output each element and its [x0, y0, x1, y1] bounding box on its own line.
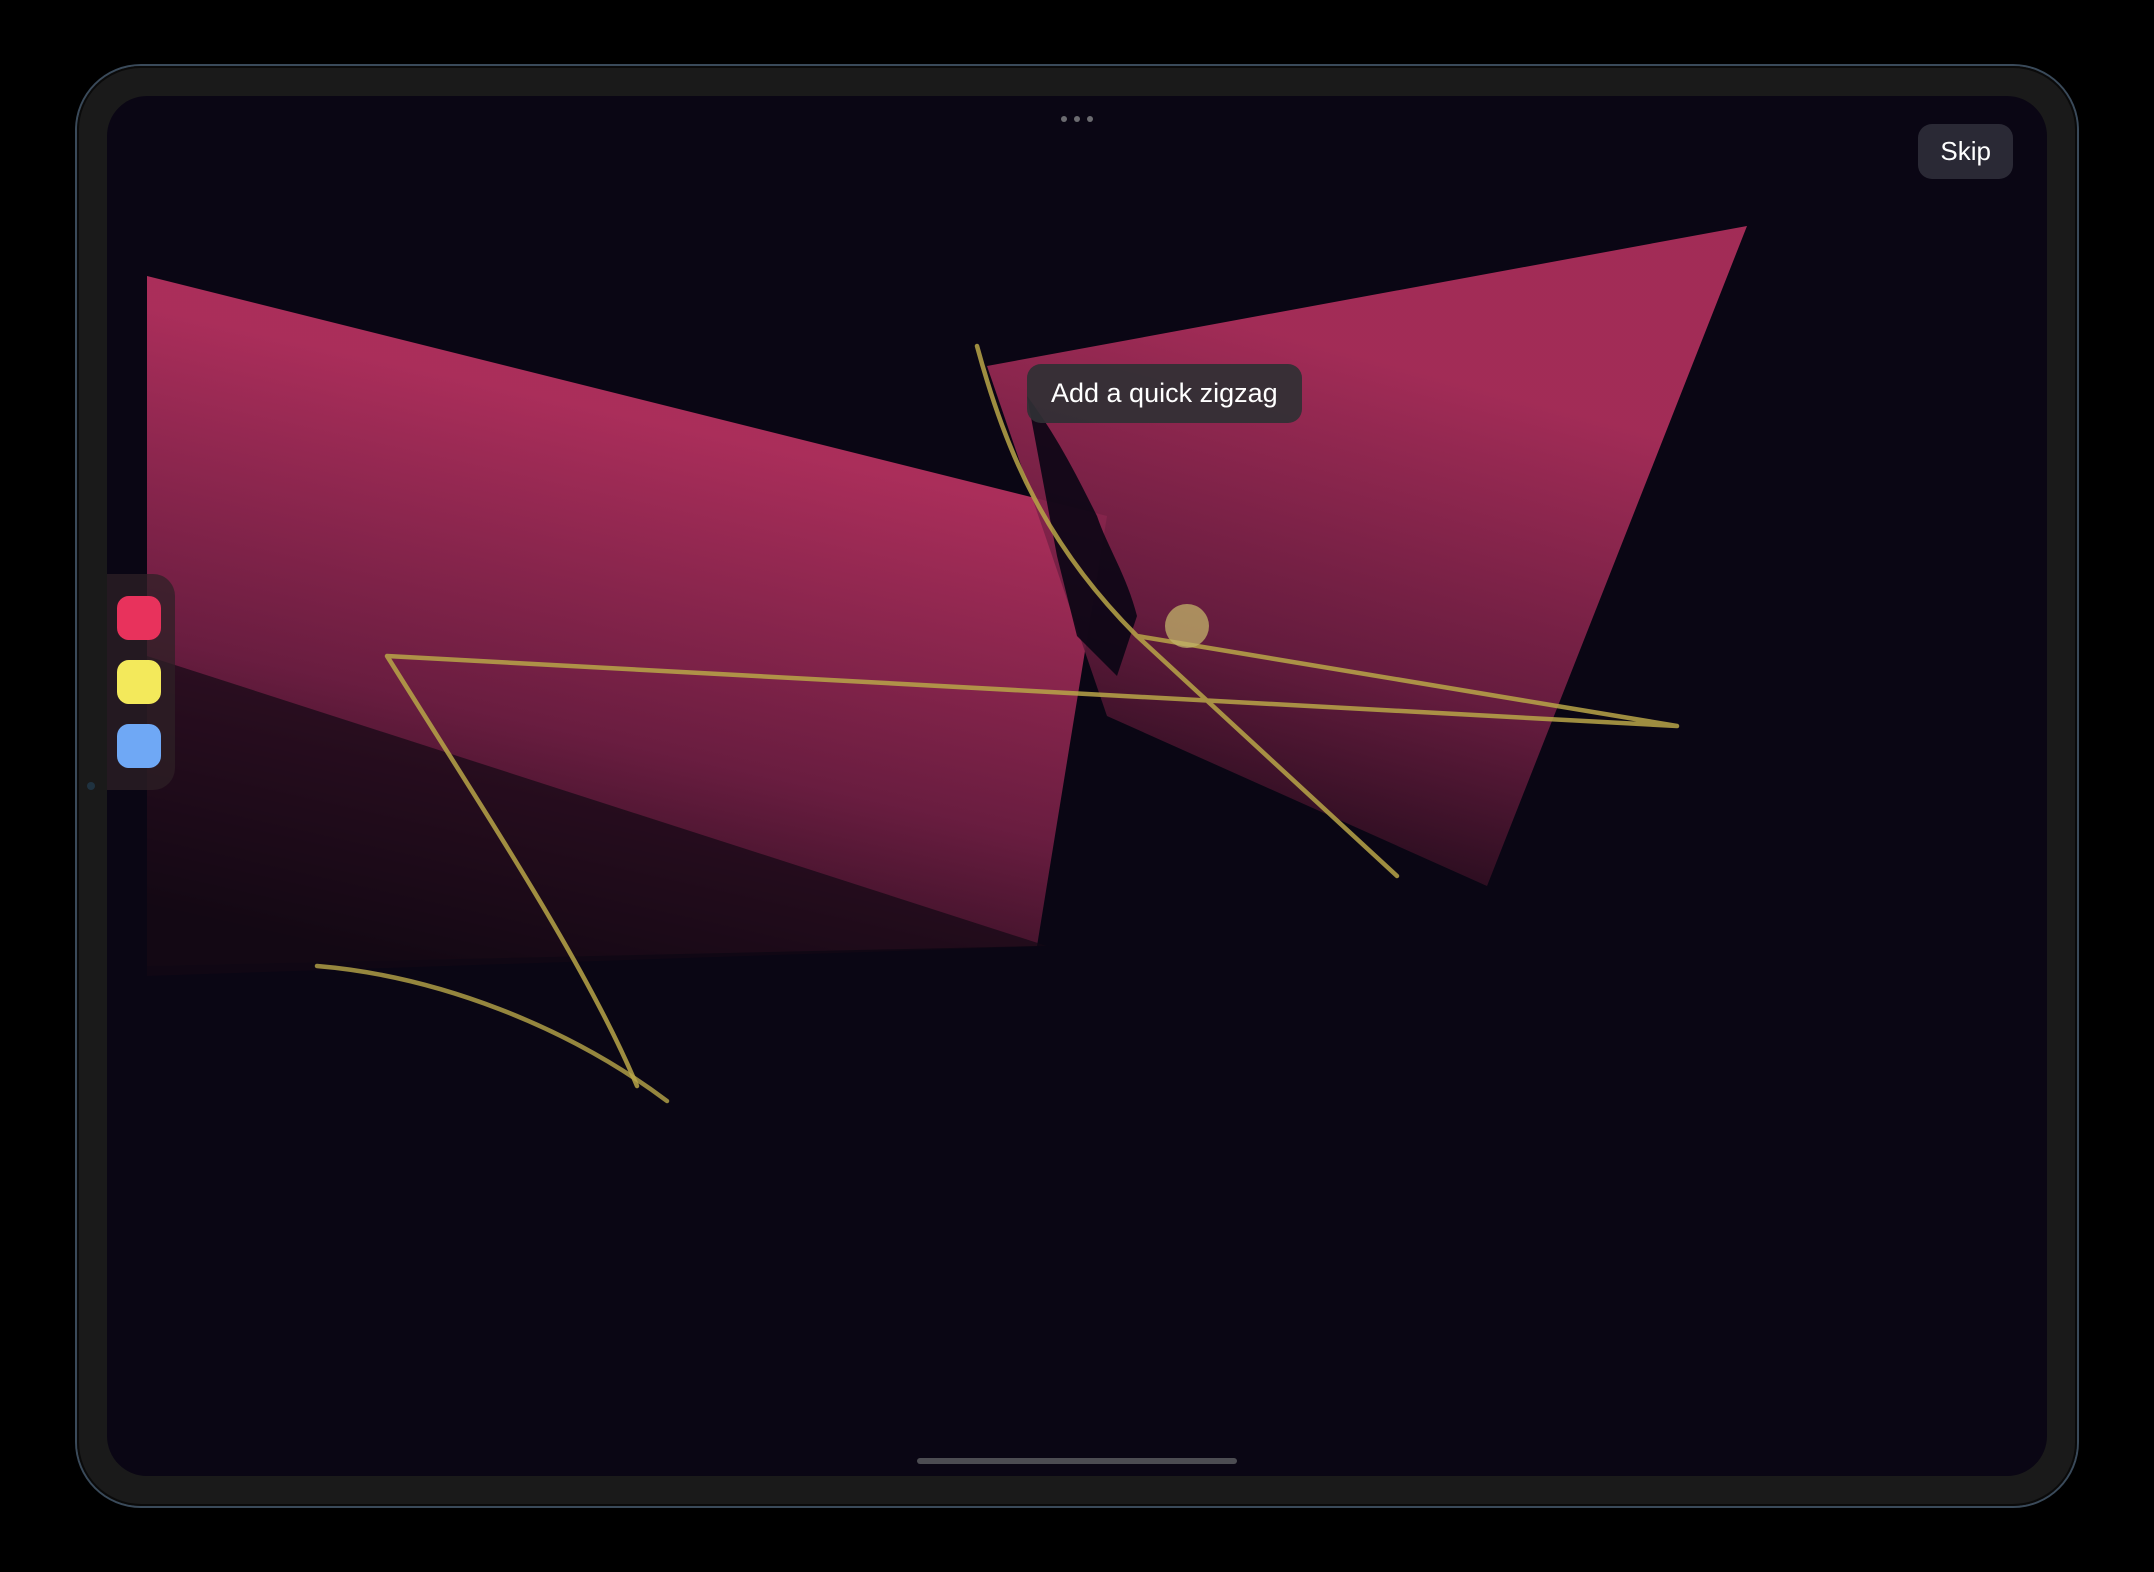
multitask-dots-icon[interactable] [1051, 110, 1103, 128]
skip-button[interactable]: Skip [1918, 124, 2013, 179]
ipad-device-frame: Skip Add a quick zigzag [77, 66, 2077, 1506]
home-indicator[interactable] [917, 1458, 1237, 1464]
camera-dot [87, 782, 95, 790]
instruction-tooltip: Add a quick zigzag [1027, 364, 1302, 423]
color-palette [107, 574, 175, 790]
app-screen: Skip Add a quick zigzag [107, 96, 2047, 1476]
color-swatch-blue[interactable] [117, 724, 161, 768]
color-swatch-pink[interactable] [117, 596, 161, 640]
color-swatch-yellow[interactable] [117, 660, 161, 704]
drawing-canvas[interactable] [107, 96, 2047, 1476]
